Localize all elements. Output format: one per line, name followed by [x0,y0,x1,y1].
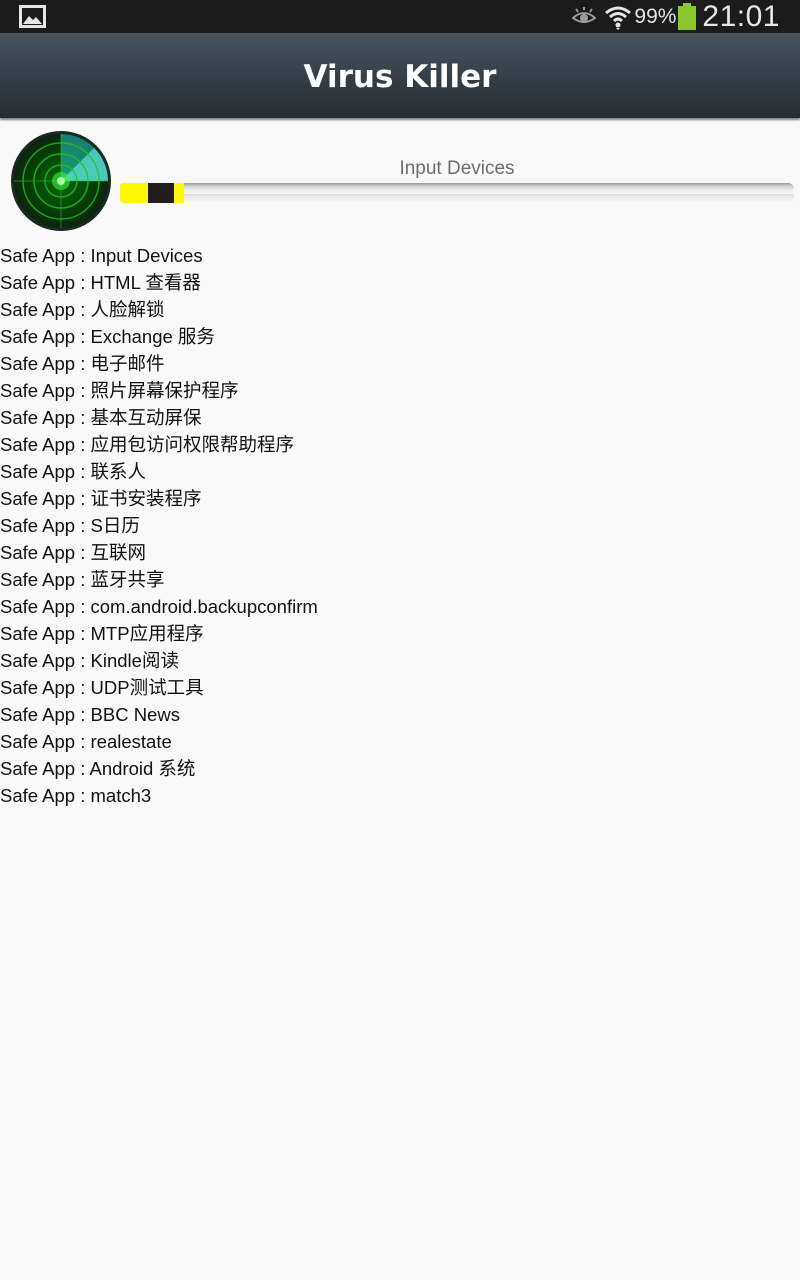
list-item: Safe App : HTML 查看器 [0,272,201,293]
gallery-icon [19,5,46,28]
progress-fill [120,183,184,203]
list-item: Safe App : Kindle阅读 [0,650,179,671]
list-item: Safe App : 证书安装程序 [0,488,202,509]
list-item: Safe App : com.android.backupconfirm [0,596,318,617]
list-item: Safe App : 蓝牙共享 [0,569,165,590]
list-item: Safe App : 联系人 [0,461,147,482]
progress-fill-stripe-2 [148,183,174,203]
list-item: Safe App : S日历 [0,515,140,536]
app-title: Virus Killer [303,58,497,95]
progress-fill-stripe-1 [120,183,148,203]
wifi-icon [605,6,632,30]
list-item: Safe App : BBC News [0,704,180,725]
battery-icon [678,3,697,30]
progress-track-shadow [120,194,794,202]
list-item: Safe App : 电子邮件 [0,353,165,374]
list-item: Safe App : 照片屏幕保护程序 [0,380,239,401]
radar-icon [11,131,111,231]
list-item: Safe App : Android 系统 [0,758,196,779]
list-item: Safe App : Input Devices [0,245,203,266]
eye-icon [572,6,597,23]
battery-percent: 99% [634,4,677,28]
list-item: Safe App : 基本互动屏保 [0,407,202,428]
list-item: Safe App : Exchange 服务 [0,326,215,347]
list-item: Safe App : realestate [0,731,172,752]
list-item: Safe App : UDP测试工具 [0,677,204,698]
scan-progress-bar [120,183,794,203]
list-item: Safe App : MTP应用程序 [0,623,204,644]
progress-fill-stripe-3 [174,183,184,203]
list-item: Safe App : match3 [0,785,152,806]
status-time: 21:01 [702,0,780,33]
action-bar: Virus Killer [0,33,800,118]
status-bar: 99% 21:01 [0,0,800,33]
scan-results-list: Safe App : Input Devices Safe App : HTML… [0,242,800,809]
list-item: Safe App : 人脸解锁 [0,299,165,320]
scan-current-item: Input Devices [399,158,515,179]
list-item: Safe App : 互联网 [0,542,147,563]
list-item: Safe App : 应用包访问权限帮助程序 [0,434,295,455]
status-icons: 99% 21:01 [572,0,800,33]
